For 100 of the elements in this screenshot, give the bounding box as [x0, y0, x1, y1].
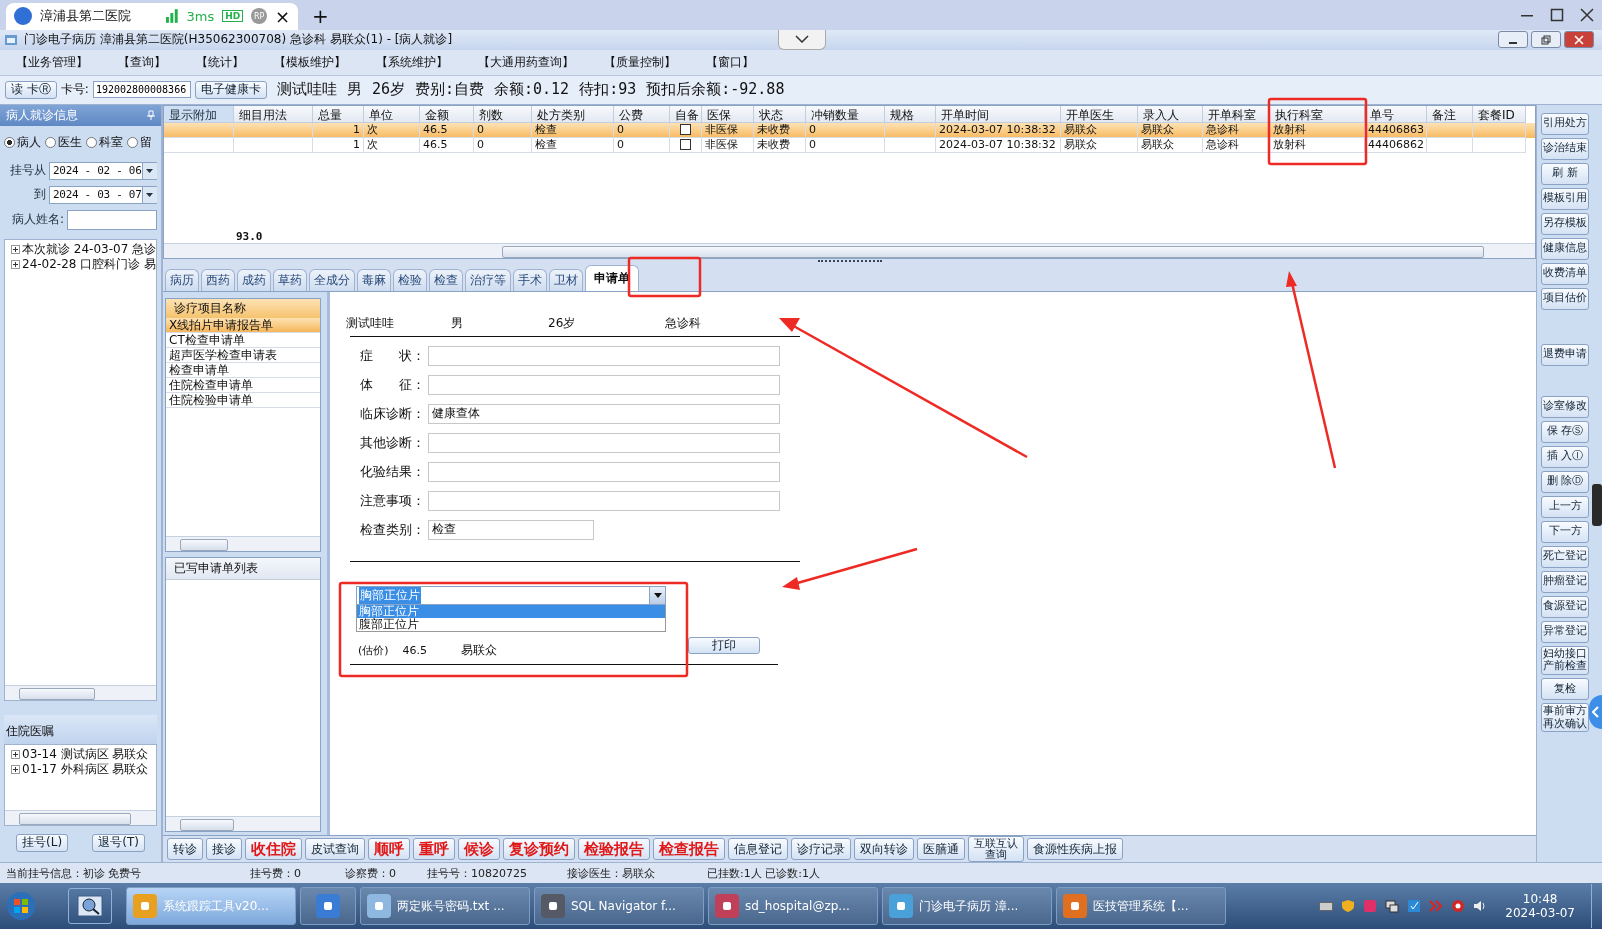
filter-radio[interactable]: 科室 — [86, 133, 123, 151]
action-button[interactable]: 收住院 — [245, 838, 302, 861]
input-field[interactable] — [428, 345, 780, 366]
column-header[interactable]: 开单医生 — [1061, 105, 1138, 123]
collapse-tab[interactable] — [778, 29, 826, 50]
dropdown-option[interactable]: 腹部正位片 — [357, 617, 665, 631]
side-button[interactable]: 另存模板 — [1541, 212, 1589, 235]
dropdown-button[interactable] — [649, 586, 665, 604]
action-button[interactable]: 候诊 — [458, 838, 500, 861]
expand-icon[interactable] — [11, 750, 20, 760]
side-button[interactable]: 诊治结束 — [1541, 137, 1589, 160]
column-header[interactable]: 单位 — [364, 105, 420, 123]
taskbar-item[interactable]: sd_hospital@zp... — [708, 887, 878, 925]
tab[interactable]: 治疗等 — [465, 268, 511, 291]
tab[interactable]: 病历 — [165, 268, 199, 291]
horizontal-scrollbar[interactable] — [5, 810, 156, 826]
patient-name-field[interactable] — [67, 209, 157, 230]
column-header[interactable]: 备注 — [1427, 105, 1473, 123]
request-type-item[interactable]: CT检查申请单 — [166, 332, 320, 348]
volume-icon[interactable] — [1473, 899, 1488, 913]
column-header[interactable]: 金额 — [420, 105, 474, 123]
taskbar-item[interactable]: 医技管理系统【... — [1056, 887, 1226, 925]
close-tab-button[interactable]: × — [274, 5, 290, 27]
register-button[interactable]: 退号(T) — [92, 834, 145, 853]
side-button[interactable]: 模板引用 — [1541, 187, 1589, 210]
close-icon[interactable] — [1580, 7, 1594, 22]
request-type-item[interactable]: 检查申请单 — [166, 362, 320, 378]
taskbar-item[interactable]: SQL Navigator f... — [534, 887, 704, 925]
menu-item[interactable]: 【质量控制】 — [604, 53, 676, 71]
column-header[interactable]: 套餐ID — [1473, 105, 1526, 123]
tab[interactable]: 卫材 — [549, 268, 583, 291]
column-header[interactable]: 细目用法 — [234, 105, 313, 123]
side-button[interactable]: 删 除Ⓓ — [1541, 470, 1589, 493]
side-handle[interactable] — [1592, 484, 1602, 526]
card-number-field[interactable]: 192002800008366 — [92, 81, 191, 99]
side-button[interactable]: 下一方 — [1541, 520, 1589, 543]
register-button[interactable]: 挂号(L) — [16, 834, 69, 853]
column-header[interactable]: 单号 — [1365, 105, 1427, 123]
date-from-field[interactable]: 2024 - 02 - 06 — [49, 161, 157, 180]
column-header[interactable]: 执行科室 — [1270, 105, 1365, 123]
action-button[interactable]: 互联互认查询 — [968, 836, 1024, 863]
tab[interactable]: 毒麻 — [357, 268, 391, 291]
read-card-button[interactable]: 读 卡Ⓡ — [5, 80, 57, 99]
tab[interactable]: 全成分 — [309, 268, 355, 291]
order-item[interactable]: 01-17 外科病区 易联众 — [22, 762, 149, 778]
side-button[interactable]: 引用处方 — [1541, 112, 1589, 135]
action-button[interactable]: 重呼 — [413, 838, 455, 861]
expand-icon[interactable] — [11, 244, 20, 254]
taskbar-item[interactable] — [300, 887, 356, 925]
tab[interactable]: 成药 — [237, 268, 271, 291]
horizontal-scrollbar[interactable] — [164, 242, 1535, 258]
checkbox[interactable] — [680, 139, 691, 151]
network-icon[interactable] — [1385, 899, 1400, 913]
request-type-item[interactable]: 住院检验申请单 — [166, 392, 320, 408]
horizontal-scrollbar[interactable] — [166, 535, 320, 551]
side-button[interactable]: 肿瘤登记 — [1541, 570, 1589, 593]
shield-icon[interactable] — [1341, 899, 1356, 913]
health-card-button[interactable]: 电子健康卡 — [194, 80, 267, 99]
side-button[interactable]: 退费申请 — [1541, 343, 1589, 366]
maximize-icon[interactable] — [1550, 7, 1564, 22]
input-field[interactable] — [428, 432, 780, 453]
action-button[interactable]: 检验报告 — [578, 838, 650, 861]
input-field[interactable] — [428, 490, 780, 511]
visit-item[interactable]: 本次就诊 24-03-07 急诊 — [22, 241, 156, 257]
expand-icon[interactable] — [11, 765, 20, 775]
order-item[interactable]: 03-14 测试病区 易联众 — [22, 747, 149, 763]
column-header[interactable]: 冲销数量 — [806, 105, 885, 123]
taskbar-item[interactable]: 门诊电子病历 漳... — [882, 887, 1052, 925]
side-button[interactable]: 收费清单 — [1541, 262, 1589, 285]
action-button[interactable]: 检查报告 — [653, 838, 725, 861]
column-header[interactable]: 处方类别 — [532, 105, 614, 123]
side-button[interactable]: 妇幼接口产前检查 — [1541, 645, 1589, 675]
column-header[interactable]: 医保 — [702, 105, 754, 123]
expand-icon[interactable] — [11, 259, 20, 269]
date-to-field[interactable]: 2024 - 03 - 07 — [49, 185, 157, 204]
tab[interactable]: 检查 — [429, 268, 463, 291]
action-button[interactable]: 双向转诊 — [854, 838, 914, 861]
menu-item[interactable]: 【统计】 — [196, 53, 244, 71]
input-field[interactable] — [428, 374, 780, 395]
splitter-handle[interactable] — [817, 259, 882, 265]
side-button[interactable]: 诊室修改 — [1541, 395, 1589, 418]
action-button[interactable]: 复诊预约 — [503, 838, 575, 861]
action-button[interactable]: 诊疗记录 — [791, 838, 851, 861]
new-tab-button[interactable]: + — [312, 3, 329, 28]
side-button[interactable]: 异常登记 — [1541, 620, 1589, 643]
side-button[interactable]: 项目估价 — [1541, 287, 1589, 310]
visit-item[interactable]: 24-02-28 口腔科门诊 易 — [22, 256, 156, 272]
keyboard-icon[interactable] — [1319, 900, 1334, 912]
horizontal-scrollbar[interactable] — [166, 816, 320, 832]
filter-radio[interactable]: 留 — [127, 133, 152, 151]
request-type-item[interactable]: 住院检查申请单 — [166, 377, 320, 393]
tab[interactable]: 手术 — [513, 268, 547, 291]
filter-radio[interactable]: 病人 — [4, 133, 41, 151]
menu-item[interactable]: 【查询】 — [118, 53, 166, 71]
menu-item[interactable]: 【业务管理】 — [16, 53, 88, 71]
pin-icon[interactable] — [147, 110, 155, 121]
side-button[interactable]: 保 存Ⓢ — [1541, 420, 1589, 443]
close-button[interactable] — [1564, 31, 1594, 49]
print-button[interactable]: 打印 — [688, 636, 760, 655]
menu-item[interactable]: 【模板维护】 — [274, 53, 346, 71]
